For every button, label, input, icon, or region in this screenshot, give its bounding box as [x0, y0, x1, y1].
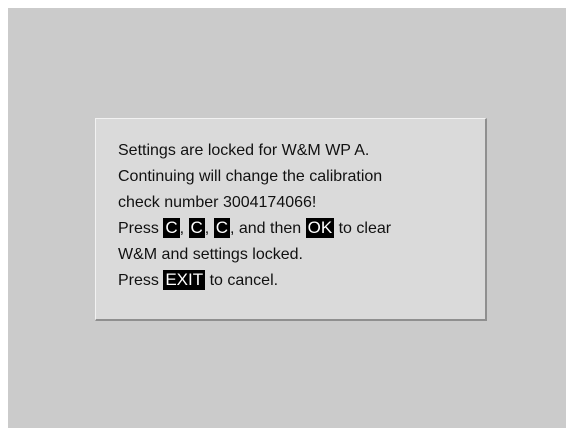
press-text-2: Press — [118, 272, 164, 289]
and-then-text: , and then — [229, 220, 306, 237]
key-c-1: C — [163, 218, 180, 238]
message-line-2: Continuing will change the calibration — [118, 168, 383, 185]
key-exit: EXIT — [163, 270, 206, 290]
message-line-1: Settings are locked for W&M WP A. — [118, 142, 370, 159]
key-c-3: C — [213, 218, 230, 238]
message-line-3: check number 3004174066! — [118, 194, 317, 211]
message-line-5: W&M and settings locked. — [118, 246, 303, 263]
key-c-2: C — [188, 218, 205, 238]
message-line-4: Press C, C, C, and then OK to clear — [118, 216, 478, 242]
message-line-6: Press EXIT to cancel. — [118, 268, 478, 294]
settings-locked-dialog: Settings are locked for W&M WP A. Contin… — [95, 118, 487, 321]
key-ok: OK — [305, 218, 335, 238]
to-cancel-text: to cancel. — [205, 272, 279, 289]
device-screen: Settings are locked for W&M WP A. Contin… — [8, 8, 566, 428]
to-clear-text: to clear — [334, 220, 392, 237]
dialog-message: Settings are locked for W&M WP A. Contin… — [118, 138, 478, 294]
separator-1: , — [179, 220, 189, 237]
separator-2: , — [204, 220, 214, 237]
press-text: Press — [118, 220, 164, 237]
